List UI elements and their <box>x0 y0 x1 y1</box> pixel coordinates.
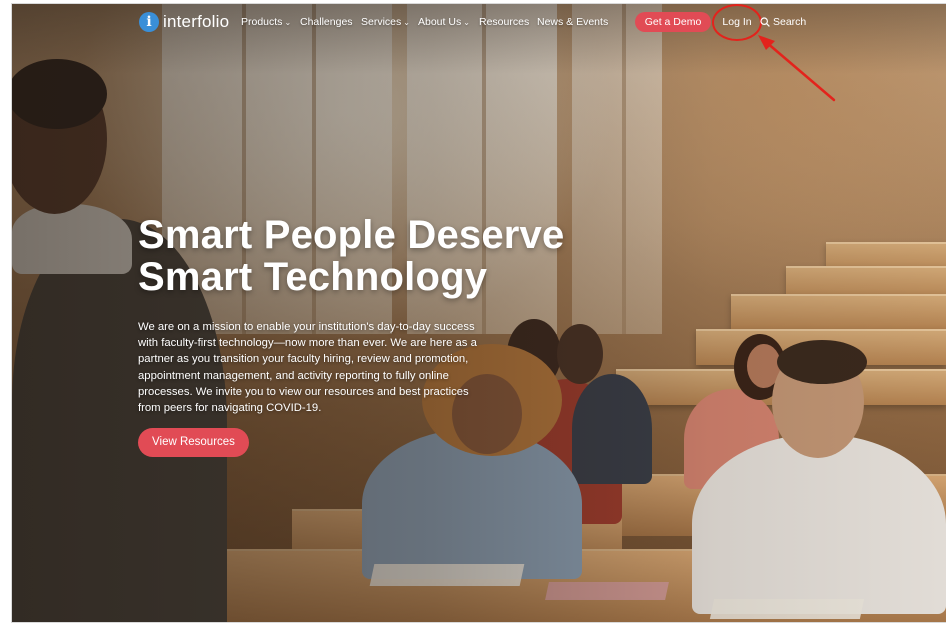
arrow-icon <box>758 35 836 102</box>
chevron-down-icon: ⌄ <box>403 18 410 27</box>
nav-item-label: Challenges <box>300 16 353 28</box>
nav-item-services[interactable]: Services ⌄ <box>361 16 410 28</box>
nav-item-label: About Us <box>418 16 462 28</box>
interfolio-logo[interactable]: i interfolio <box>139 12 229 32</box>
nav-item-label: News & Events <box>537 16 609 28</box>
nav-item-label: Services <box>361 16 402 28</box>
search-link[interactable]: Search <box>760 16 806 28</box>
hero-description: We are on a mission to enable your insti… <box>138 321 477 415</box>
hero-heading-line-2: Smart Technology <box>138 255 488 299</box>
view-resources-button[interactable]: View Resources <box>138 428 249 457</box>
log-in-link[interactable]: Log In <box>712 16 762 28</box>
browser-viewport: i interfolio Products ⌄ Challenges Servic… <box>11 3 946 623</box>
chevron-down-icon: ⌄ <box>284 18 292 27</box>
chevron-down-icon: ⌄ <box>463 18 470 27</box>
nav-item-challenges[interactable]: Challenges <box>300 16 353 28</box>
logo-wordmark: interfolio <box>163 12 230 31</box>
nav-item-about-us[interactable]: About Us ⌄ <box>418 16 470 28</box>
get-a-demo-button[interactable]: Get a Demo <box>635 12 711 32</box>
nav-item-label: Products <box>241 16 283 28</box>
hero-heading: Smart People Deserve Smart Technology <box>138 214 564 298</box>
logo-badge-icon: i <box>139 12 159 32</box>
search-label: Search <box>773 16 807 28</box>
nav-item-resources[interactable]: Resources <box>479 16 529 28</box>
hero-heading-line-1: Smart People Deserve <box>138 213 565 257</box>
nav-item-label: Resources <box>479 16 530 28</box>
nav-item-products[interactable]: Products ⌄ <box>241 16 291 28</box>
search-icon <box>760 17 770 27</box>
nav-item-news-events[interactable]: News & Events <box>537 16 608 28</box>
